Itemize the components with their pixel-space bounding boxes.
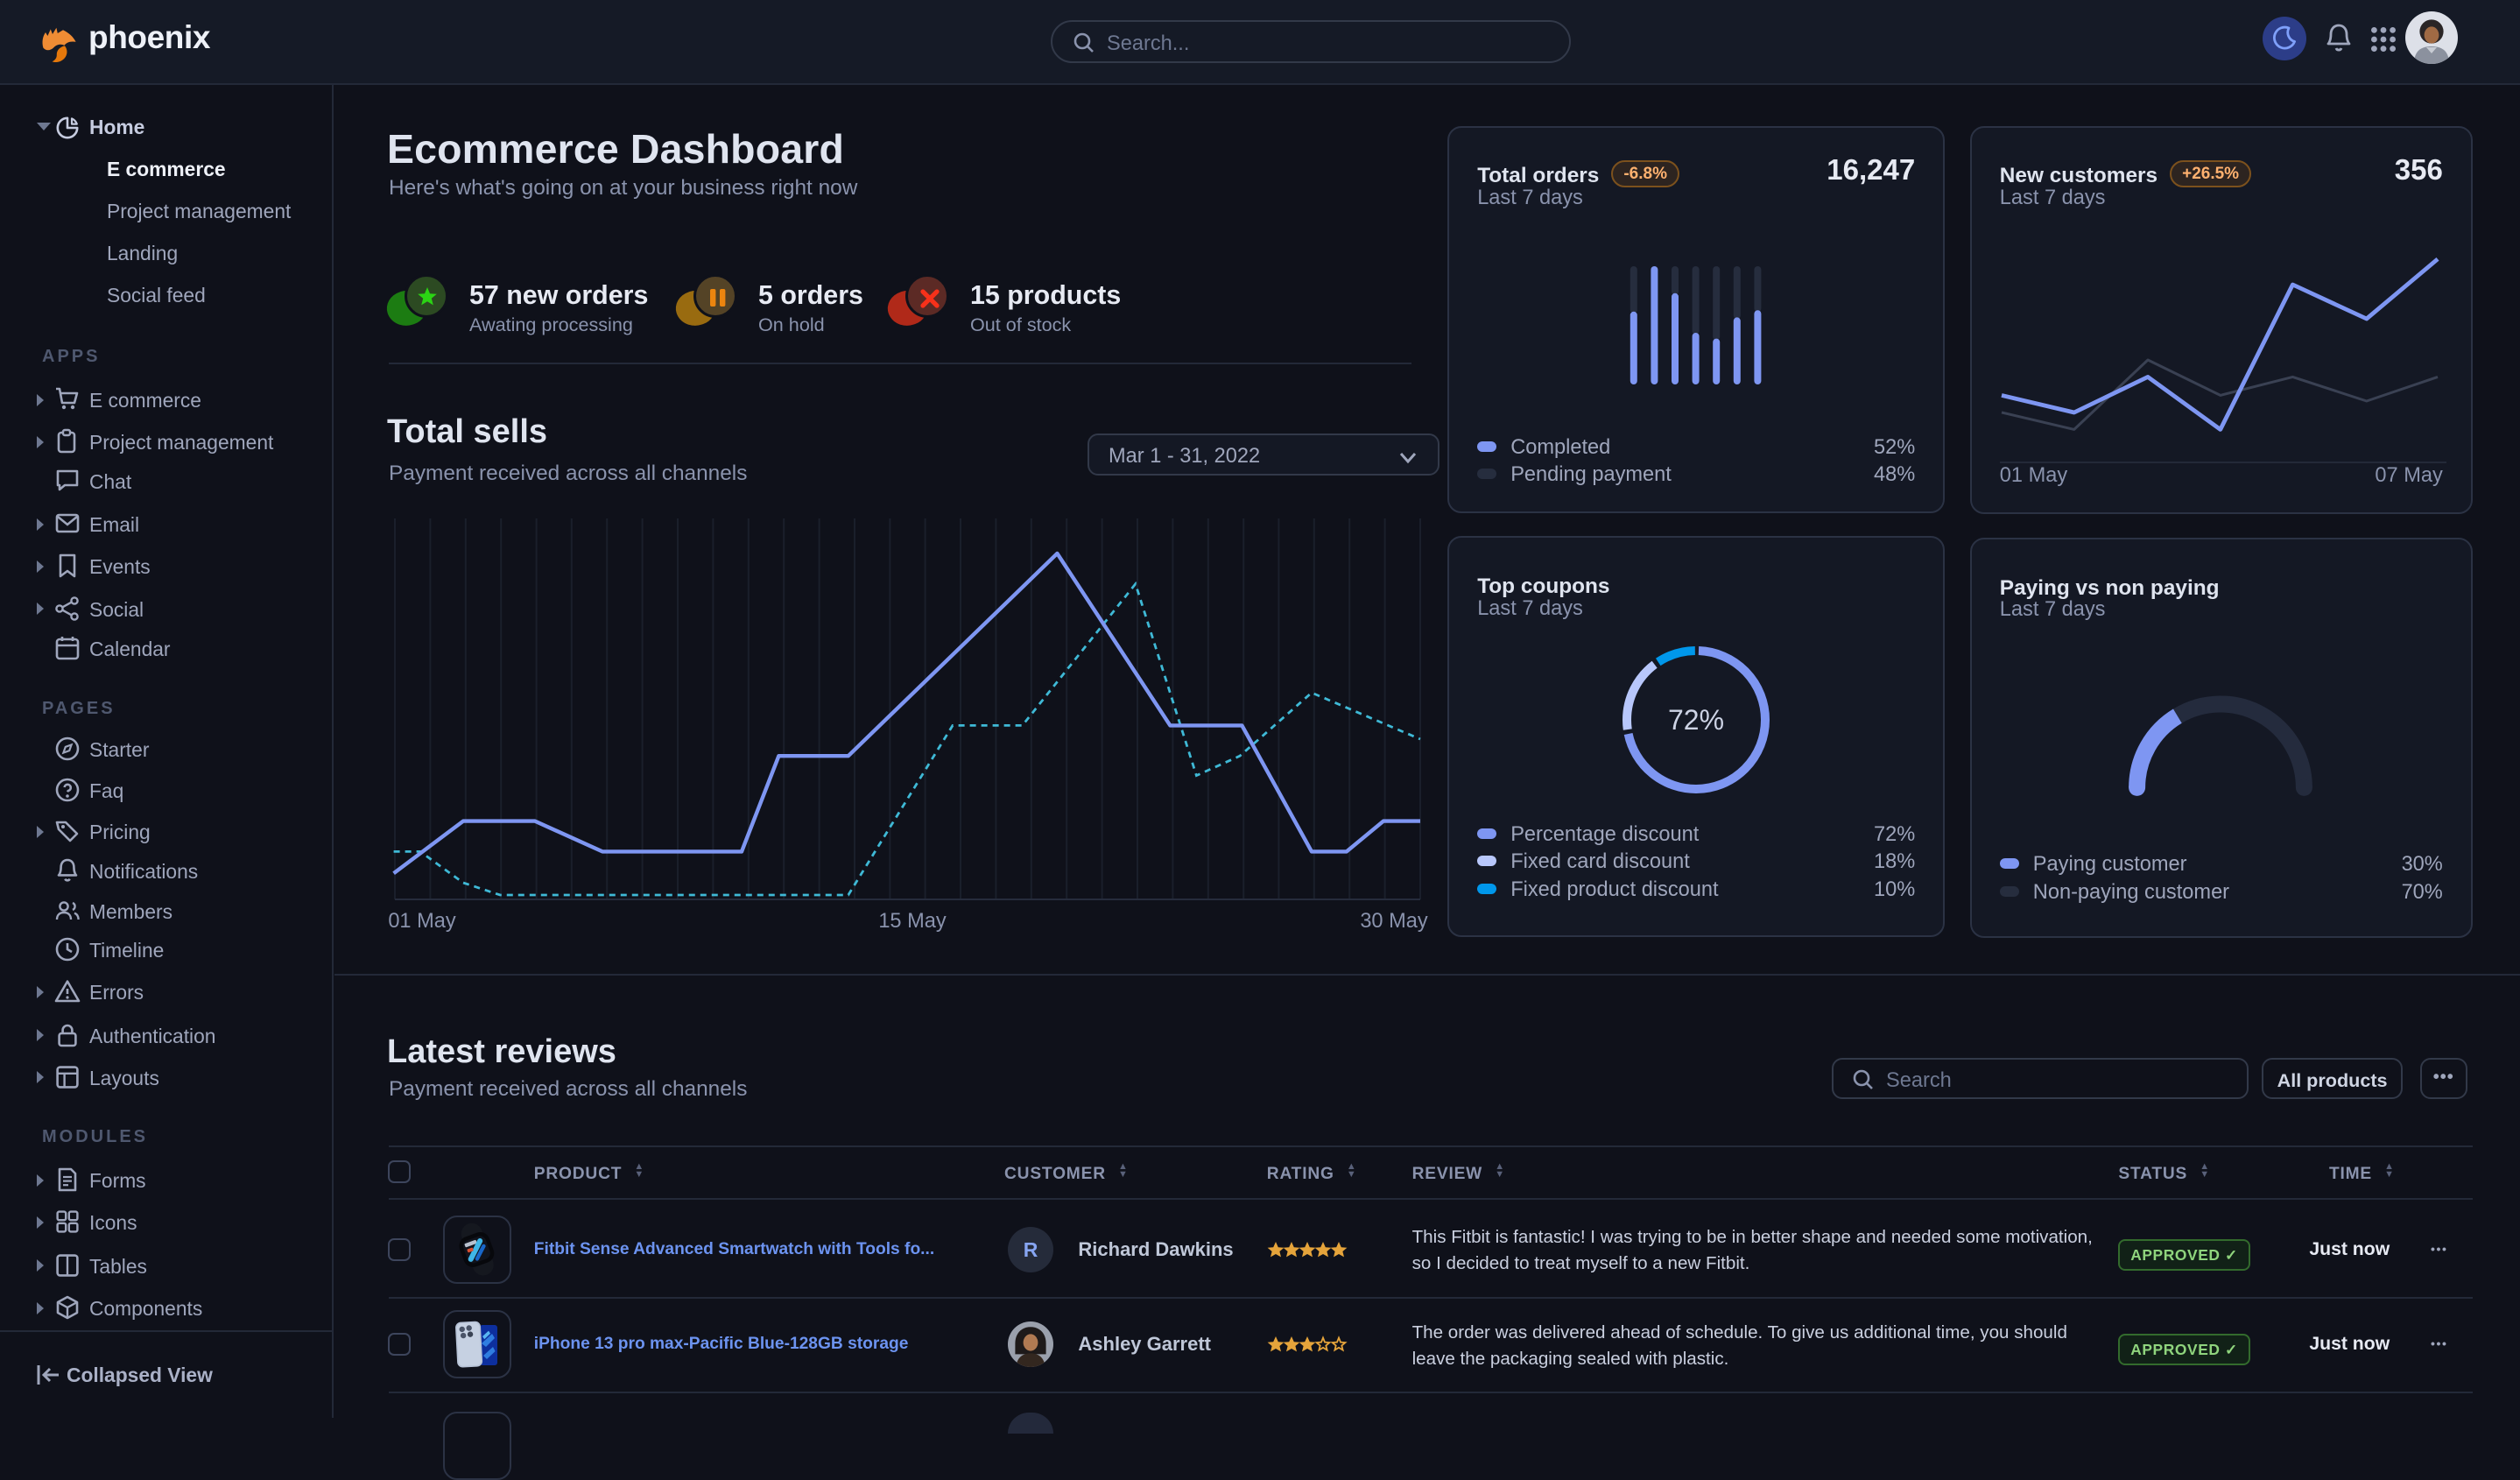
svg-text:01 May: 01 May xyxy=(388,910,456,933)
svg-text:15 May: 15 May xyxy=(878,910,947,933)
svg-text:72%: 72% xyxy=(1668,704,1724,736)
svg-text:30 May: 30 May xyxy=(1360,910,1428,933)
